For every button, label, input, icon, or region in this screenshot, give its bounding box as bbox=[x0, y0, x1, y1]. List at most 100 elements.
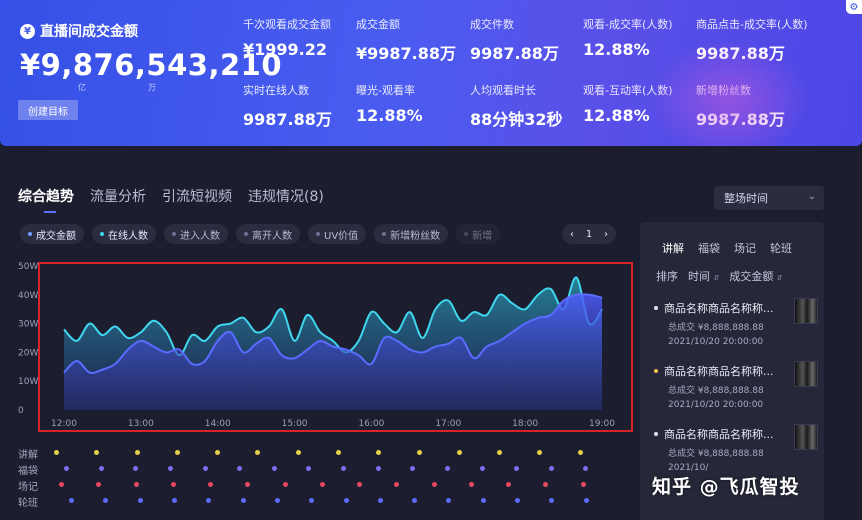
event-dot[interactable] bbox=[343, 498, 349, 503]
event-dot[interactable] bbox=[377, 498, 383, 503]
event-dot[interactable] bbox=[137, 498, 143, 503]
event-dot[interactable] bbox=[456, 450, 462, 455]
gear-icon[interactable]: ⚙ bbox=[846, 0, 862, 14]
event-dot[interactable] bbox=[319, 482, 325, 487]
event-dot[interactable] bbox=[577, 450, 583, 455]
event-dot[interactable] bbox=[167, 466, 173, 471]
event-dot[interactable] bbox=[336, 450, 341, 455]
metric-label: 商品点击-成交率(人数) bbox=[696, 18, 808, 31]
event-dot[interactable] bbox=[96, 482, 102, 487]
product-sales: 总成交 ¥8,888,888.88 bbox=[668, 386, 764, 396]
event-dot[interactable] bbox=[479, 466, 485, 471]
sort-time-label: 时间 bbox=[688, 270, 710, 283]
event-dot[interactable] bbox=[237, 466, 243, 471]
side-tab-shift[interactable]: 轮班 bbox=[770, 240, 792, 256]
event-dot[interactable] bbox=[341, 466, 346, 471]
y-tick-label: 20W bbox=[18, 348, 38, 358]
event-dot[interactable] bbox=[215, 450, 221, 455]
event-dot[interactable] bbox=[94, 450, 100, 455]
product-item[interactable]: 商品名称商品名称称... 总成交 ¥8,888,888.88 2021/10/2… bbox=[654, 298, 818, 356]
event-row: 场记 bbox=[18, 478, 628, 494]
product-thumbnail bbox=[794, 298, 818, 324]
sort-by-amount[interactable]: 成交金额 ⇵ bbox=[729, 268, 782, 284]
event-dot[interactable] bbox=[446, 498, 452, 503]
metric-new-followers: 新增粉丝数 9987.88万 bbox=[696, 82, 816, 130]
event-dot[interactable] bbox=[375, 466, 381, 471]
event-dot[interactable] bbox=[54, 450, 59, 455]
event-dot[interactable] bbox=[255, 450, 261, 455]
event-dot[interactable] bbox=[580, 482, 586, 487]
event-dot[interactable] bbox=[537, 450, 543, 455]
event-dot[interactable] bbox=[64, 466, 69, 471]
event-dot[interactable] bbox=[548, 466, 554, 471]
side-tab-explain[interactable]: 讲解 bbox=[662, 240, 684, 256]
bullet-icon bbox=[654, 306, 658, 310]
product-item[interactable]: 商品名称商品名称称... 总成交 ¥8,888,888.88 2021/10/2… bbox=[654, 361, 818, 419]
event-dot[interactable] bbox=[549, 498, 555, 503]
event-row: 讲解 bbox=[18, 446, 628, 462]
event-dot[interactable] bbox=[98, 466, 104, 471]
event-dot[interactable] bbox=[271, 466, 277, 471]
event-dot[interactable] bbox=[69, 498, 74, 503]
product-thumbnail bbox=[794, 361, 818, 387]
event-dot[interactable] bbox=[274, 498, 280, 503]
event-dot[interactable] bbox=[431, 482, 437, 487]
event-dot[interactable] bbox=[295, 450, 301, 455]
chart-highlight-frame bbox=[38, 262, 633, 432]
side-tabs: 讲解 福袋 场记 轮班 bbox=[662, 240, 792, 256]
watermark-text: 知乎 @飞瓜智投 bbox=[652, 476, 800, 498]
event-dot[interactable] bbox=[133, 482, 139, 487]
event-dot[interactable] bbox=[174, 450, 180, 455]
event-dot[interactable] bbox=[497, 450, 503, 455]
event-dot[interactable] bbox=[171, 498, 177, 503]
event-dot[interactable] bbox=[468, 482, 474, 487]
event-dot[interactable] bbox=[59, 482, 64, 487]
event-row: 福袋 bbox=[18, 462, 628, 478]
event-dot[interactable] bbox=[376, 450, 382, 455]
product-date: 2021/10/20 20:00:00 bbox=[668, 400, 764, 410]
sort-by-time[interactable]: 时间 ⇵ bbox=[688, 268, 719, 284]
event-dot[interactable] bbox=[410, 466, 416, 471]
side-tab-lucky-bag[interactable]: 福袋 bbox=[698, 240, 720, 256]
bullet-icon bbox=[654, 432, 658, 436]
y-tick-label: 40W bbox=[18, 291, 38, 301]
event-dot[interactable] bbox=[357, 482, 363, 487]
event-dot[interactable] bbox=[444, 466, 450, 471]
time-range-select[interactable]: 整场时间 ⌄ bbox=[714, 186, 824, 210]
sort-bar: 排序 时间 ⇵ 成交金额 ⇵ bbox=[656, 268, 783, 284]
event-dot[interactable] bbox=[240, 498, 246, 503]
event-dot[interactable] bbox=[170, 482, 176, 487]
event-dot[interactable] bbox=[202, 466, 208, 471]
side-tab-record[interactable]: 场记 bbox=[734, 240, 756, 256]
y-tick-label: 10W bbox=[18, 377, 38, 387]
product-sales: 总成交 ¥8,888,888.88 bbox=[668, 449, 764, 459]
event-dot[interactable] bbox=[103, 498, 109, 503]
event-dot[interactable] bbox=[583, 466, 589, 471]
event-dot[interactable] bbox=[134, 450, 140, 455]
event-dot[interactable] bbox=[515, 498, 521, 503]
event-dot[interactable] bbox=[133, 466, 139, 471]
event-dot[interactable] bbox=[394, 482, 400, 487]
event-dot[interactable] bbox=[416, 450, 422, 455]
event-dot[interactable] bbox=[282, 482, 288, 487]
chevron-down-icon: ⌄ bbox=[807, 191, 816, 202]
event-dot[interactable] bbox=[208, 482, 214, 487]
event-dot[interactable] bbox=[309, 498, 315, 503]
event-dot[interactable] bbox=[306, 466, 312, 471]
event-row-label: 场记 bbox=[18, 482, 38, 493]
event-dot[interactable] bbox=[506, 482, 512, 487]
event-dot[interactable] bbox=[543, 482, 549, 487]
sort-arrow-icon: ⇵ bbox=[713, 274, 720, 282]
event-dot[interactable] bbox=[480, 498, 486, 503]
event-dot[interactable] bbox=[245, 482, 251, 487]
event-row-label: 讲解 bbox=[18, 450, 38, 461]
event-dot[interactable] bbox=[206, 498, 212, 503]
y-tick-label: 30W bbox=[18, 320, 38, 330]
product-name: 商品名称商品名称称... bbox=[664, 302, 774, 315]
metric-click-conversion: 商品点击-成交率(人数) 9987.88万 bbox=[696, 16, 816, 64]
bullet-icon bbox=[654, 369, 658, 373]
event-dot[interactable] bbox=[412, 498, 418, 503]
event-dot[interactable] bbox=[514, 466, 520, 471]
sort-label: 排序 bbox=[656, 270, 678, 283]
event-dot[interactable] bbox=[583, 498, 589, 503]
